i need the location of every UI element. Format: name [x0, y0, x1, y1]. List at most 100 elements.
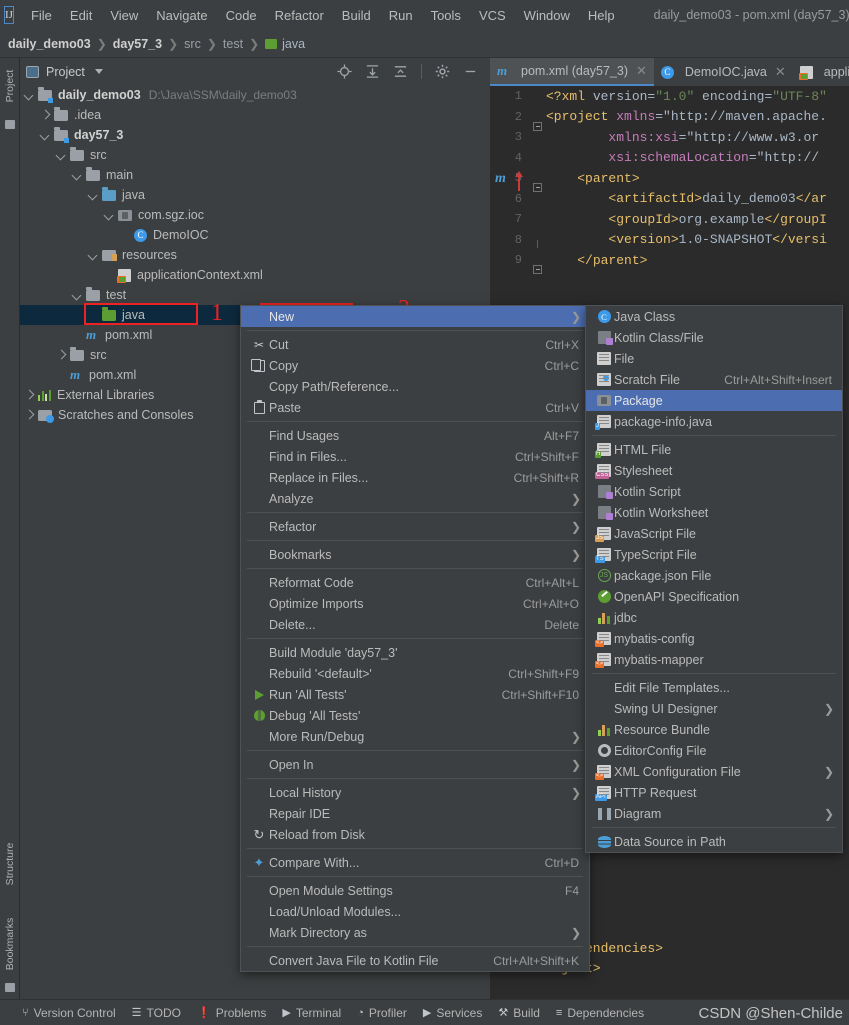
breadcrumb-item-test[interactable]: test: [223, 37, 243, 51]
menu-item-local-history[interactable]: Local History ❯: [241, 782, 589, 803]
tree-node-main[interactable]: main: [20, 165, 490, 185]
tree-node-com-sgz-ioc[interactable]: com.sgz.ioc: [20, 205, 490, 225]
tree-node-src[interactable]: src: [20, 145, 490, 165]
locate-icon[interactable]: [337, 64, 352, 79]
menu-item-reload-from-disk[interactable]: ↻ Reload from Disk: [241, 824, 589, 845]
close-icon[interactable]: ✕: [775, 64, 786, 80]
menu-item-replace-in-files[interactable]: Replace in Files... Ctrl+Shift+R: [241, 467, 589, 488]
menu-item-package-json-file[interactable]: JS package.json File: [586, 565, 842, 586]
menu-item-typescript-file[interactable]: TS TypeScript File: [586, 544, 842, 565]
fold-toggle-icon[interactable]: [533, 121, 542, 131]
menu-item-package[interactable]: Package: [586, 390, 842, 411]
tree-node-day57-3[interactable]: day57_3: [20, 125, 490, 145]
menu-item-rebuild-default[interactable]: Rebuild '<default>' Ctrl+Shift+F9: [241, 663, 589, 684]
status-bar-item-dependencies[interactable]: ≡ Dependencies: [556, 1006, 644, 1020]
menu-item-bookmarks[interactable]: Bookmarks ❯: [241, 544, 589, 565]
tree-expand-arrow[interactable]: [104, 210, 115, 221]
menu-item-data-source-in-path[interactable]: Data Source in Path: [586, 831, 842, 852]
menu-item-cut[interactable]: ✂ Cut Ctrl+X: [241, 334, 589, 355]
tree-node-demoioc[interactable]: C DemoIOC: [20, 225, 490, 245]
tree-expand-arrow[interactable]: [88, 190, 99, 201]
rail-button-project[interactable]: Project: [4, 60, 16, 112]
rail-button-bookmarks[interactable]: Bookmarks: [4, 915, 16, 973]
menu-item-xml-configuration-file[interactable]: <> XML Configuration File ❯: [586, 761, 842, 782]
tree-expand-arrow[interactable]: [72, 170, 83, 181]
maven-gutter-icon[interactable]: m: [495, 171, 506, 187]
menu-item-open-module-settings[interactable]: Open Module Settings F4: [241, 880, 589, 901]
menu-item-refactor[interactable]: Refactor ❯: [241, 516, 589, 537]
menubar-item-run[interactable]: Run: [380, 5, 422, 26]
editor-tab-pom.xml[interactable]: m pom.xml (day57_3) ✕: [490, 58, 654, 86]
breadcrumb-item-src[interactable]: src: [184, 37, 201, 51]
menu-item-package-info-java[interactable]: Jpackage-info.java: [586, 411, 842, 432]
menubar-item-build[interactable]: Build: [333, 5, 380, 26]
menu-item-mark-directory-as[interactable]: Mark Directory as ❯: [241, 922, 589, 943]
menubar-item-navigate[interactable]: Navigate: [147, 5, 216, 26]
tree-expand-arrow[interactable]: [40, 130, 51, 141]
menu-item-editorconfig-file[interactable]: EditorConfig File: [586, 740, 842, 761]
tree-node--idea[interactable]: .idea: [20, 105, 490, 125]
editor-tab-DemoIOC.java[interactable]: C DemoIOC.java ✕: [654, 58, 793, 86]
menu-item-kotlin-class-file[interactable]: Kotlin Class/File: [586, 327, 842, 348]
status-bar-item-terminal[interactable]: ▶ Terminal: [282, 1006, 341, 1020]
status-bar-item-version-control[interactable]: ⑂ Version Control: [22, 1006, 116, 1020]
tree-expand-arrow[interactable]: [56, 150, 67, 161]
menubar-item-help[interactable]: Help: [579, 5, 624, 26]
menubar-item-vcs[interactable]: VCS: [470, 5, 515, 26]
status-bar-item-problems[interactable]: ❗ Problems: [197, 1006, 266, 1020]
hide-icon[interactable]: [463, 64, 478, 79]
tree-collapse-arrow[interactable]: [40, 110, 51, 121]
menubar-item-code[interactable]: Code: [217, 5, 266, 26]
breadcrumb-item-module[interactable]: day57_3: [113, 37, 162, 51]
menu-item-analyze[interactable]: Analyze ❯: [241, 488, 589, 509]
menu-item-javascript-file[interactable]: JS JavaScript File: [586, 523, 842, 544]
collapse-all-icon[interactable]: [393, 64, 408, 79]
menu-item-java-class[interactable]: C Java Class: [586, 306, 842, 327]
tree-node-daily-demo03[interactable]: daily_demo03 D:\Java\SSM\daily_demo03: [20, 85, 490, 105]
menu-item-file[interactable]: File: [586, 348, 842, 369]
tree-collapse-arrow[interactable]: [24, 390, 35, 401]
menu-item-copy[interactable]: Copy Ctrl+C: [241, 355, 589, 376]
new-submenu[interactable]: C Java Class Kotlin Class/File File Scratch …: [585, 305, 843, 853]
menubar-item-edit[interactable]: Edit: [61, 5, 101, 26]
menu-item-reformat-code[interactable]: Reformat Code Ctrl+Alt+L: [241, 572, 589, 593]
menu-item-compare-with[interactable]: ✦ Compare With... Ctrl+D: [241, 852, 589, 873]
tree-collapse-arrow[interactable]: [56, 350, 67, 361]
expand-all-icon[interactable]: [365, 64, 380, 79]
fold-toggle-icon[interactable]: [533, 183, 542, 193]
breadcrumb-item-project[interactable]: daily_demo03: [8, 37, 91, 51]
menu-item-new[interactable]: New ❯: [241, 306, 589, 327]
tree-expand-arrow[interactable]: [88, 250, 99, 261]
menu-item-delete[interactable]: Delete... Delete: [241, 614, 589, 635]
menu-item-html-file[interactable]: H HTML File: [586, 439, 842, 460]
status-bar-item-services[interactable]: ▶ Services: [423, 1006, 482, 1020]
menubar-item-window[interactable]: Window: [515, 5, 579, 26]
menu-item-swing-ui-designer[interactable]: Swing UI Designer ❯: [586, 698, 842, 719]
menubar-item-file[interactable]: File: [22, 5, 61, 26]
tree-expand-arrow[interactable]: [24, 90, 35, 101]
menubar-item-refactor[interactable]: Refactor: [266, 5, 333, 26]
menubar-item-view[interactable]: View: [101, 5, 147, 26]
tree-node-applicationcontext-xml[interactable]: applicationContext.xml: [20, 265, 490, 285]
menu-item-more-run-debug[interactable]: More Run/Debug ❯: [241, 726, 589, 747]
menu-item-edit-file-templates[interactable]: Edit File Templates...: [586, 677, 842, 698]
menu-item-build-module-day57-3[interactable]: Build Module 'day57_3': [241, 642, 589, 663]
editor-tab-applica[interactable]: applica: [793, 58, 849, 86]
tree-collapse-arrow[interactable]: [24, 410, 35, 421]
menu-item-optimize-imports[interactable]: Optimize Imports Ctrl+Alt+O: [241, 593, 589, 614]
status-bar-item-profiler[interactable]: ◔ Profiler: [357, 1006, 407, 1020]
menu-item-debug-all-tests[interactable]: Debug 'All Tests': [241, 705, 589, 726]
menu-item-find-in-files[interactable]: Find in Files... Ctrl+Shift+F: [241, 446, 589, 467]
menu-item-convert-java-file-to-kotlin-file[interactable]: Convert Java File to Kotlin File Ctrl+Alt…: [241, 950, 589, 971]
fold-toggle-icon[interactable]: [533, 265, 542, 275]
rail-button-structure[interactable]: Structure: [4, 835, 16, 893]
menubar-item-tools[interactable]: Tools: [422, 5, 470, 26]
menu-item-paste[interactable]: Paste Ctrl+V: [241, 397, 589, 418]
tree-node-java[interactable]: java: [20, 185, 490, 205]
menu-item-jdbc[interactable]: jdbc: [586, 607, 842, 628]
tree-node-test[interactable]: test: [20, 285, 490, 305]
menu-item-resource-bundle[interactable]: Resource Bundle: [586, 719, 842, 740]
chevron-down-icon[interactable]: [94, 69, 103, 74]
menu-item-find-usages[interactable]: Find Usages Alt+F7: [241, 425, 589, 446]
menu-item-openapi-specification[interactable]: OpenAPI Specification: [586, 586, 842, 607]
